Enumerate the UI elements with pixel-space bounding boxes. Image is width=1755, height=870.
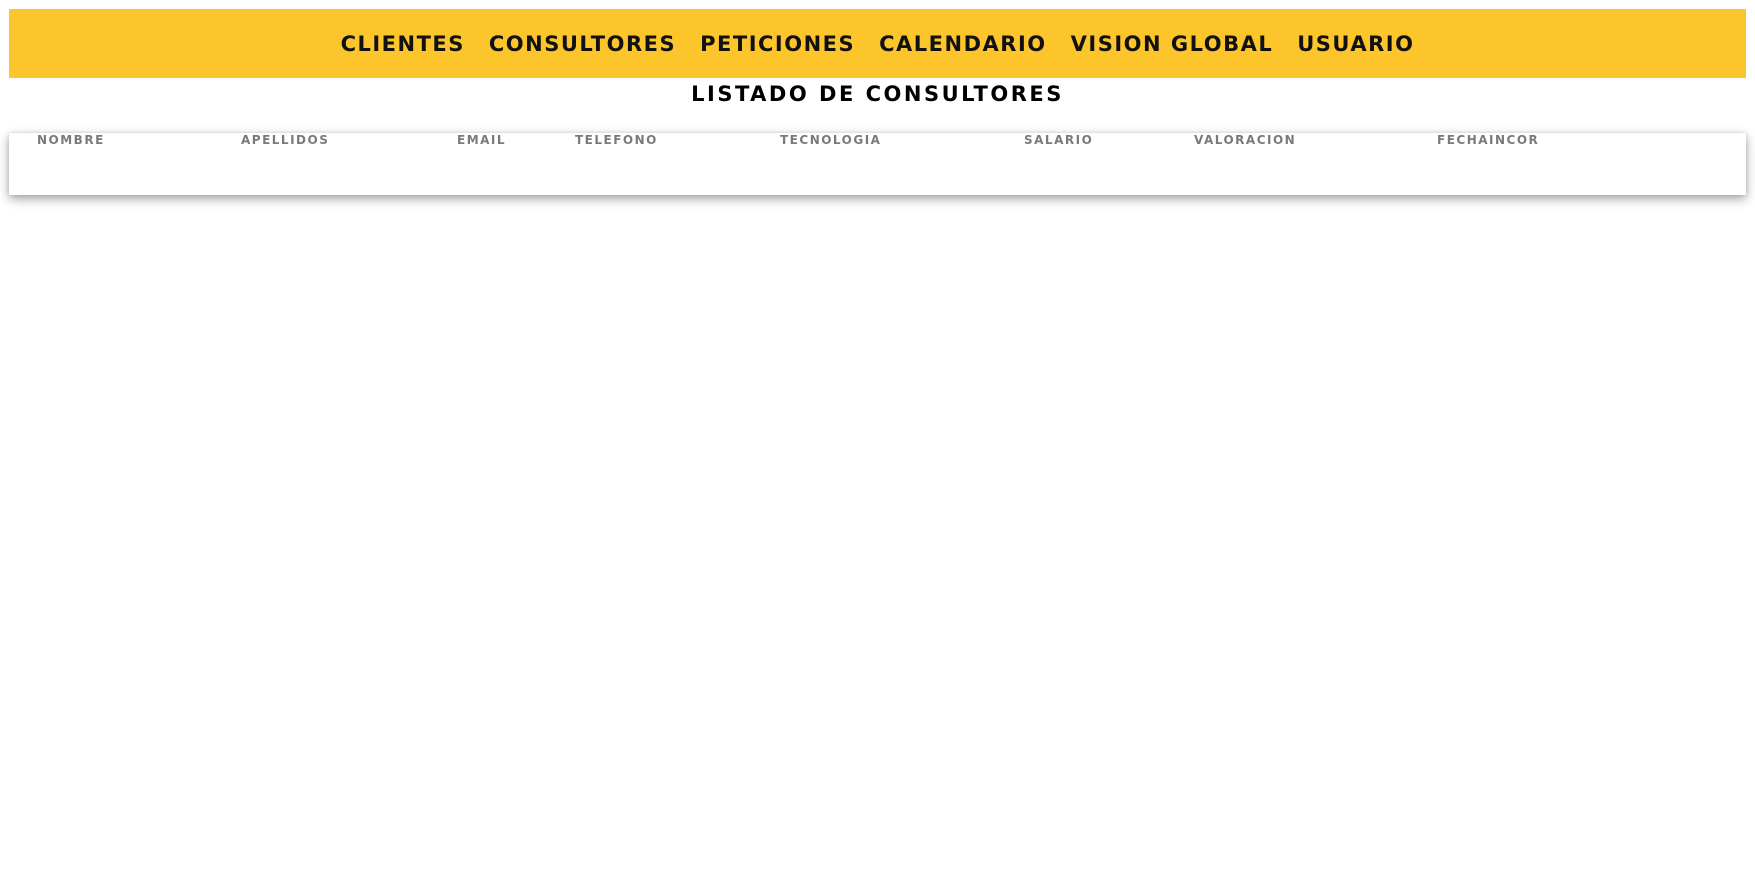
column-header-apellidos: APELLIDOS <box>241 133 330 147</box>
consultores-table: NOMBRE APELLIDOS EMAIL TELEFONO TECNOLOG… <box>9 133 1746 195</box>
column-header-tecnologia: TECNOLOGIA <box>780 133 882 147</box>
table-header-row: NOMBRE APELLIDOS EMAIL TELEFONO TECNOLOG… <box>9 133 1746 147</box>
nav-item-clientes[interactable]: CLIENTES <box>341 32 465 56</box>
main-nav-list: CLIENTES CONSULTORES PETICIONES CALENDAR… <box>341 32 1415 56</box>
nav-item-usuario[interactable]: USUARIO <box>1297 32 1414 56</box>
top-navigation-bar: CLIENTES CONSULTORES PETICIONES CALENDAR… <box>9 9 1746 78</box>
nav-item-calendario[interactable]: CALENDARIO <box>879 32 1047 56</box>
table-body <box>9 147 1746 195</box>
column-header-telefono: TELEFONO <box>575 133 658 147</box>
main-nav: CLIENTES CONSULTORES PETICIONES CALENDAR… <box>341 32 1415 56</box>
column-header-nombre: NOMBRE <box>37 133 105 147</box>
nav-item-peticiones[interactable]: PETICIONES <box>700 32 855 56</box>
column-header-fechaincor: FECHAINCOR <box>1437 133 1540 147</box>
table-header: NOMBRE APELLIDOS EMAIL TELEFONO TECNOLOG… <box>9 133 1746 147</box>
page-title: LISTADO DE CONSULTORES <box>691 82 1064 106</box>
column-header-salario: SALARIO <box>1024 133 1094 147</box>
nav-item-consultores[interactable]: CONSULTORES <box>489 32 676 56</box>
consultores-table-card: NOMBRE APELLIDOS EMAIL TELEFONO TECNOLOG… <box>9 133 1746 195</box>
nav-item-vision-global[interactable]: VISION GLOBAL <box>1071 32 1274 56</box>
column-header-valoracion: VALORACION <box>1194 133 1297 147</box>
column-header-email: EMAIL <box>457 133 507 147</box>
